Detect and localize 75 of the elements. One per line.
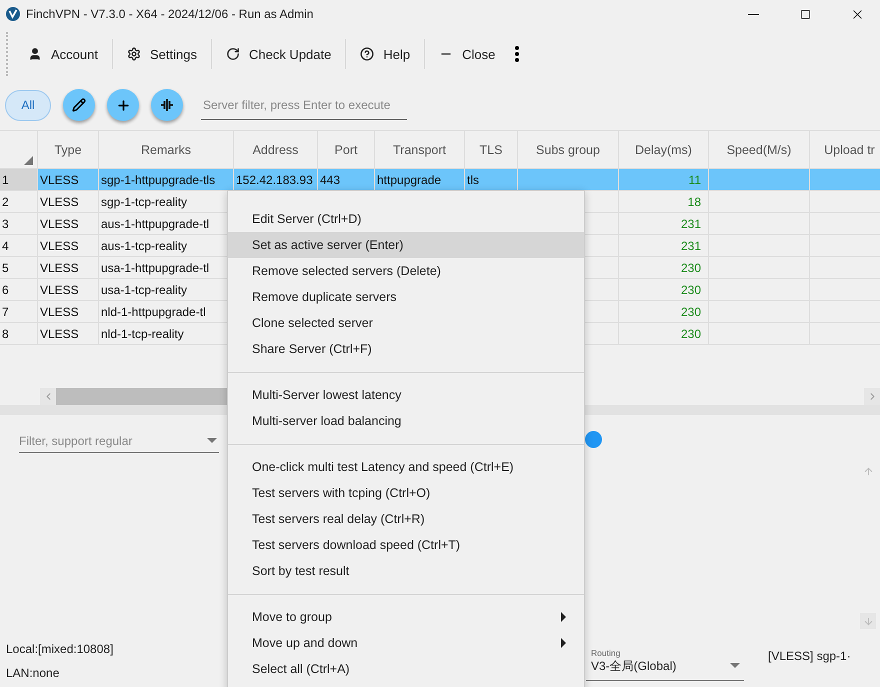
row-number: 2 xyxy=(0,191,38,213)
maximize-icon xyxy=(800,8,810,20)
gear-icon xyxy=(126,47,141,61)
split-button[interactable] xyxy=(151,89,183,121)
add-button[interactable] xyxy=(107,89,139,121)
menu-item[interactable]: Set as active server (Enter) xyxy=(228,232,584,258)
arrow-up-icon xyxy=(862,466,874,476)
submenu-item[interactable]: Move up and down xyxy=(228,630,584,656)
submenu-item[interactable]: Move to group xyxy=(228,604,584,630)
menu-item[interactable]: Test servers with tcping (Ctrl+O) xyxy=(228,480,584,506)
help-icon xyxy=(360,47,374,61)
row-number: 5 xyxy=(0,257,38,279)
submenu-arrow-icon xyxy=(561,612,566,622)
table-cell: 230 xyxy=(619,301,709,323)
scroll-right-button[interactable] xyxy=(864,388,880,405)
routing-select[interactable]: Routing V3-全局(Global) xyxy=(586,643,744,681)
app-logo-icon xyxy=(6,7,20,21)
scroll-down-button[interactable] xyxy=(860,613,876,629)
lan-text: LAN:none xyxy=(6,666,60,680)
menu-item[interactable]: Sort by test result xyxy=(228,558,584,584)
toolbar-button[interactable]: Account xyxy=(14,39,113,69)
scroll-left-button[interactable] xyxy=(40,388,56,405)
plus-icon xyxy=(116,98,130,112)
arrow-down-icon xyxy=(862,616,874,626)
menu-item[interactable]: Multi-server load balancing xyxy=(228,408,584,434)
table-cell: 231 xyxy=(619,235,709,257)
row-number: 7 xyxy=(0,301,38,323)
row-number: 6 xyxy=(0,279,38,301)
table-cell: VLESS xyxy=(38,235,99,257)
table-cell: VLESS xyxy=(38,301,99,323)
toolbar-button[interactable]: Close xyxy=(425,39,510,69)
more-icon xyxy=(515,46,520,62)
table-cell: 231 xyxy=(619,213,709,235)
table-cell: 230 xyxy=(619,279,709,301)
edit-button[interactable] xyxy=(63,89,95,121)
split-icon xyxy=(160,98,174,112)
toggle-knob[interactable] xyxy=(585,431,602,448)
toolbar-button[interactable]: Check Update xyxy=(212,39,346,69)
menu-item[interactable]: Select all (Ctrl+A) xyxy=(228,656,584,682)
table-cell: VLESS xyxy=(38,257,99,279)
submenu-arrow-icon xyxy=(561,638,566,648)
row-number: 8 xyxy=(0,323,38,345)
active-server-text: [VLESS] sgp-1· xyxy=(768,649,852,665)
server-filter-field[interactable]: Server filter, press Enter to execute xyxy=(201,90,407,120)
menu-item[interactable]: Test servers real delay (Ctrl+R) xyxy=(228,506,584,532)
user-icon xyxy=(28,47,42,61)
table-cell: 11 xyxy=(619,169,709,191)
group-chip[interactable]: All xyxy=(5,90,51,120)
table-cell: VLESS xyxy=(38,191,99,213)
toolbar-button[interactable]: Settings xyxy=(112,39,212,69)
menu-item[interactable]: Multi-Server lowest latency xyxy=(228,382,584,408)
table-cell: VLESS xyxy=(38,169,99,191)
refresh-icon xyxy=(226,47,240,61)
table-cell: httpupgrade xyxy=(375,169,465,191)
dropdown-caret-icon xyxy=(207,438,217,443)
pencil-icon xyxy=(72,98,86,112)
table-cell: sgp-1-httpupgrade-tls xyxy=(99,169,234,191)
row-number: 3 xyxy=(0,213,38,235)
table-cell: tls xyxy=(465,169,518,191)
table-cell: VLESS xyxy=(38,323,99,345)
table-cell: 443 xyxy=(318,169,375,191)
menu-item[interactable]: Test servers download speed (Ctrl+T) xyxy=(228,532,584,558)
table-cell: VLESS xyxy=(38,279,99,301)
local-port-text: Local:[mixed:10808] xyxy=(6,642,114,656)
sort-corner-icon xyxy=(24,156,33,165)
table-cell: VLESS xyxy=(38,213,99,235)
menu-item[interactable]: One-click multi test Latency and speed (Ctrl+E) xyxy=(228,454,584,480)
table-cell: 230 xyxy=(619,257,709,279)
toolbar-button[interactable]: Help xyxy=(346,39,426,69)
table-cell: 230 xyxy=(619,323,709,345)
table-cell: 152.42.183.93 xyxy=(234,169,318,191)
row-number: 1 xyxy=(0,169,38,191)
window-title: FinchVPN - V7.3.0 - X64 - 2024/12/06 - Run as Admin xyxy=(26,7,314,21)
table-cell: 18 xyxy=(619,191,709,213)
row-number: 4 xyxy=(0,235,38,257)
